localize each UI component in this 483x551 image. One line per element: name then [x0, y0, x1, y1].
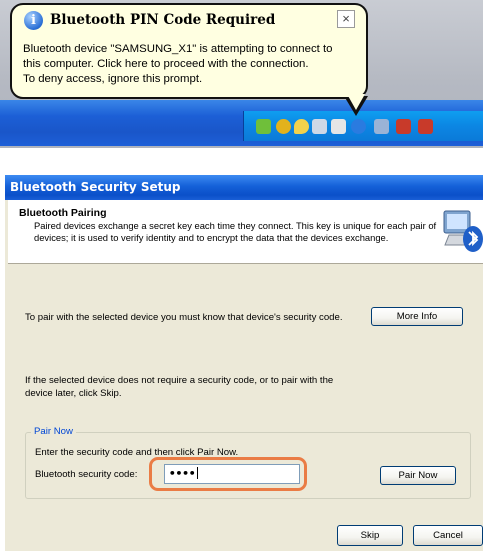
info-icon: i [24, 11, 43, 30]
balloon-title: Bluetooth PIN Code Required [50, 12, 276, 28]
input-highlight [149, 457, 307, 491]
network-disconnected-icon[interactable] [374, 119, 389, 134]
skip-button[interactable]: Skip [337, 525, 403, 546]
title-bar[interactable]: Bluetooth Security Setup [5, 175, 483, 200]
bluetooth-computer-icon [443, 210, 483, 252]
pair-now-legend: Pair Now [31, 426, 76, 437]
network-icon[interactable] [256, 119, 271, 134]
pair-now-button[interactable]: Pair Now [380, 466, 456, 485]
network-x-icon[interactable] [396, 119, 411, 134]
balloon-message[interactable]: Bluetooth device "SAMSUNG_X1" is attempt… [23, 42, 363, 87]
bluetooth-security-dialog: Bluetooth Security Setup Bluetooth Pairi… [5, 175, 483, 551]
more-info-button[interactable]: More Info [371, 307, 463, 326]
dialog-header: Bluetooth Pairing Paired devices exchang… [8, 200, 483, 264]
skip-info: If the selected device does not require … [25, 375, 334, 399]
display-icon[interactable] [312, 119, 327, 134]
header-title: Bluetooth Pairing [19, 207, 107, 219]
search-icon[interactable] [294, 119, 309, 134]
security-alert-icon[interactable] [276, 119, 291, 134]
balloon-tail-fill [347, 94, 365, 110]
cancel-button[interactable]: Cancel [413, 525, 483, 546]
header-description: Paired devices exchange a secret key eac… [34, 220, 437, 243]
security-code-label: Bluetooth security code: [35, 469, 138, 480]
bluetooth-balloon[interactable]: i Bluetooth PIN Code Required × Bluetoot… [10, 3, 368, 99]
printer-icon[interactable] [331, 119, 346, 134]
notification-area-screenshot: i Bluetooth PIN Code Required × Bluetoot… [0, 0, 483, 148]
bluetooth-icon[interactable] [351, 119, 366, 134]
security-code-info: To pair with the selected device you mus… [25, 312, 343, 323]
network-x-icon[interactable] [418, 119, 433, 134]
close-icon[interactable]: × [337, 10, 355, 28]
window-title: Bluetooth Security Setup [10, 180, 181, 194]
